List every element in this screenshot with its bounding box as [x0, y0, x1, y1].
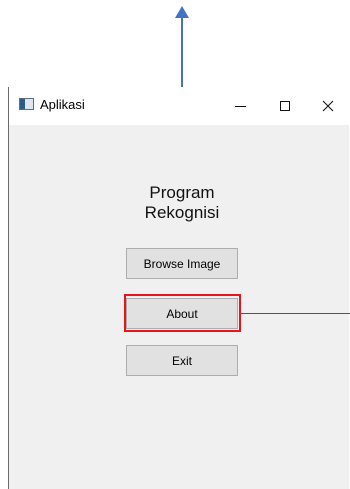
app-window: Aplikasi Program Rekognisi Browse Image …	[8, 87, 350, 489]
heading-line-2: Rekognisi	[144, 203, 220, 222]
window-title: Aplikasi	[40, 97, 85, 112]
minimize-icon	[234, 105, 246, 107]
heading-line-1: Program	[149, 183, 215, 202]
program-heading: Program Rekognisi	[9, 183, 350, 223]
arrow-shaft	[181, 18, 183, 88]
minimize-button[interactable]	[217, 87, 263, 125]
maximize-icon	[280, 101, 290, 111]
arrow-head-icon	[175, 6, 189, 18]
about-highlight-box	[124, 294, 241, 332]
browse-image-button[interactable]: Browse Image	[126, 248, 238, 279]
exit-button[interactable]: Exit	[126, 345, 238, 376]
close-button[interactable]	[305, 87, 350, 125]
app-icon	[19, 98, 34, 110]
close-icon	[322, 100, 334, 112]
annotation-pointer-line	[241, 313, 350, 314]
title-bar[interactable]: Aplikasi	[9, 87, 350, 125]
maximize-button[interactable]	[262, 87, 308, 125]
annotation-arrow-up	[175, 6, 189, 88]
